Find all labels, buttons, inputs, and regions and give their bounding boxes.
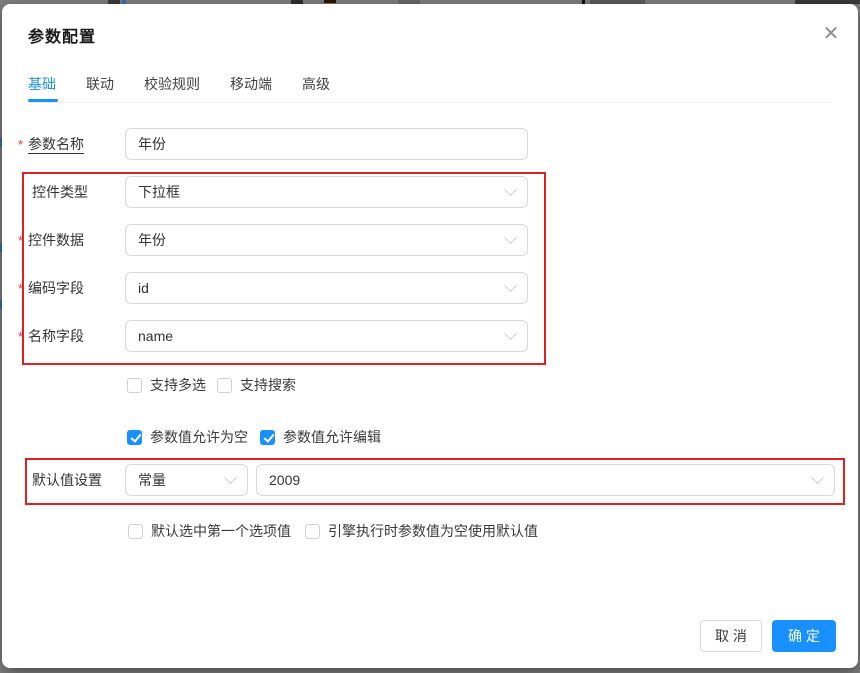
tab-advanced[interactable]: 高级 [302, 74, 330, 102]
default-value: 2009 [269, 472, 300, 488]
support-options-row: 支持多选 支持搜索 [127, 375, 296, 395]
chevron-down-icon [811, 471, 824, 484]
required-mark: * [18, 129, 23, 161]
engine-default-label: 引擎执行时参数值为空使用默认值 [328, 521, 538, 541]
chevron-down-icon [504, 183, 517, 196]
code-field-row: * 编码字段 id [2, 272, 858, 304]
required-mark: * [18, 273, 23, 305]
parameter-config-dialog: 参数配置 ✕ 基础 联动 校验规则 移动端 高级 * 参数名称 控件类型 下拉框… [2, 4, 858, 668]
param-name-input-box [125, 128, 528, 160]
code-field-value: id [138, 280, 149, 296]
control-type-row: 控件类型 下拉框 [2, 176, 858, 208]
name-field-value: name [138, 328, 173, 344]
control-data-select[interactable]: 年份 [125, 224, 528, 256]
allow-edit-label: 参数值允许编辑 [283, 427, 381, 447]
multi-select-option[interactable]: 支持多选 [127, 375, 206, 395]
name-field-row: * 名称字段 name [2, 320, 858, 352]
default-value-row: 默认值设置 常量 2009 [2, 464, 858, 496]
chevron-down-icon [504, 231, 517, 244]
control-data-label: 控件数据 [28, 224, 84, 256]
select-first-option[interactable]: 默认选中第一个选项值 [128, 521, 291, 541]
chevron-down-icon [504, 327, 517, 340]
param-name-input[interactable] [138, 129, 515, 159]
control-type-label: 控件类型 [32, 176, 88, 208]
select-first-checkbox[interactable] [128, 524, 143, 539]
tab-mobile[interactable]: 移动端 [230, 74, 272, 102]
engine-default-checkbox[interactable] [305, 524, 320, 539]
control-type-select[interactable]: 下拉框 [125, 176, 528, 208]
search-checkbox[interactable] [217, 378, 232, 393]
control-data-row: * 控件数据 年份 [2, 224, 858, 256]
default-value-mode-select[interactable]: 常量 [125, 464, 248, 496]
allow-edit-option[interactable]: 参数值允许编辑 [260, 427, 381, 447]
default-options-row: 默认选中第一个选项值 引擎执行时参数值为空使用默认值 [128, 521, 538, 541]
default-value-mode: 常量 [138, 470, 166, 490]
allow-empty-checkbox[interactable] [127, 430, 142, 445]
name-field-select[interactable]: name [125, 320, 528, 352]
control-type-value: 下拉框 [138, 182, 180, 202]
tabs-divider [28, 102, 832, 103]
code-field-select[interactable]: id [125, 272, 528, 304]
tab-bar: 基础 联动 校验规则 移动端 高级 [28, 74, 330, 102]
default-value-label: 默认值设置 [32, 464, 102, 496]
multi-select-checkbox[interactable] [127, 378, 142, 393]
default-value-select[interactable]: 2009 [256, 464, 835, 496]
chevron-down-icon [224, 471, 237, 484]
confirm-button[interactable]: 确 定 [772, 620, 836, 652]
search-option[interactable]: 支持搜索 [217, 375, 296, 395]
multi-select-label: 支持多选 [150, 375, 206, 395]
tab-basic[interactable]: 基础 [28, 74, 56, 102]
param-name-row: * 参数名称 [2, 128, 858, 160]
code-field-label: 编码字段 [28, 272, 84, 304]
tab-linkage[interactable]: 联动 [86, 74, 114, 102]
allow-options-row: 参数值允许为空 参数值允许编辑 [127, 427, 381, 447]
cancel-button[interactable]: 取 消 [700, 620, 762, 652]
allow-edit-checkbox[interactable] [260, 430, 275, 445]
tab-validation-rules[interactable]: 校验规则 [144, 74, 200, 102]
allow-empty-option[interactable]: 参数值允许为空 [127, 427, 248, 447]
select-first-label: 默认选中第一个选项值 [151, 521, 291, 541]
dialog-title: 参数配置 [28, 23, 96, 47]
search-label: 支持搜索 [240, 375, 296, 395]
engine-default-option[interactable]: 引擎执行时参数值为空使用默认值 [305, 521, 538, 541]
required-mark: * [18, 225, 23, 257]
name-field-label: 名称字段 [28, 320, 84, 352]
allow-empty-label: 参数值允许为空 [150, 427, 248, 447]
chevron-down-icon [504, 279, 517, 292]
close-icon[interactable]: ✕ [814, 16, 848, 50]
control-data-value: 年份 [138, 230, 166, 250]
required-mark: * [18, 321, 23, 353]
param-name-label: 参数名称 [28, 128, 84, 160]
